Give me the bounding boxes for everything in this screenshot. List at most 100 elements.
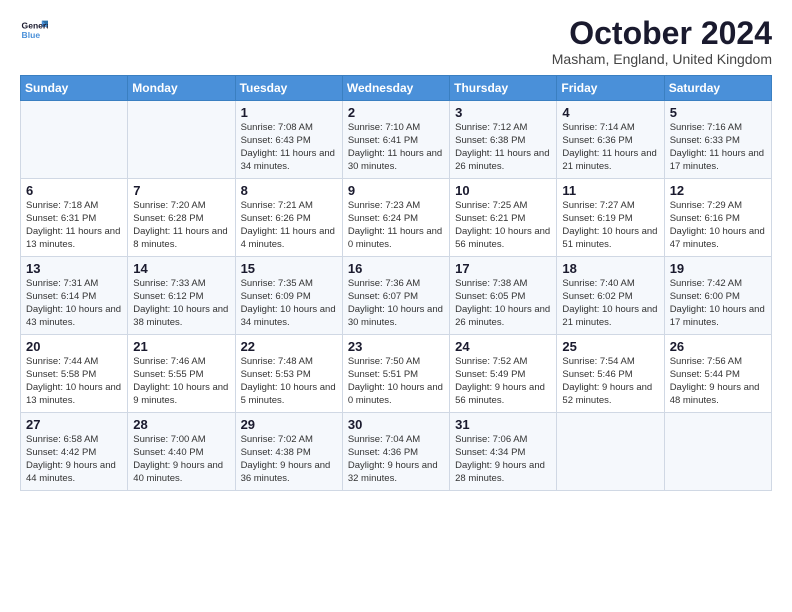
calendar-cell: 18Sunrise: 7:40 AM Sunset: 6:02 PM Dayli…	[557, 257, 664, 335]
calendar-cell: 30 Sunrise: 7:04 AM Sunset: 4:36 PM Dayli…	[342, 413, 449, 491]
cell-info: Sunrise: 7:52 AM Sunset: 5:49 PM Dayligh…	[455, 356, 551, 407]
day-number: 2	[348, 105, 444, 120]
calendar-cell: 17 Sunrise: 7:38 AM Sunset: 6:05 PM Dayli…	[450, 257, 557, 335]
calendar-cell: 26 Sunrise: 7:56 AM Sunset: 5:44 PM Dayli…	[664, 335, 771, 413]
svg-text:General: General	[22, 20, 48, 30]
day-number: 20	[26, 339, 122, 354]
day-number: 29	[241, 417, 337, 432]
cell-info: Sunrise: 7:08 AM Sunset: 6:43 PM Dayligh…	[241, 122, 337, 173]
week-row-4: 20Sunrise: 7:44 AM Sunset: 5:58 PM Dayli…	[21, 335, 772, 413]
svg-text:Blue: Blue	[22, 30, 41, 40]
cell-info: Sunrise: 7:12 AM Sunset: 6:38 PM Dayligh…	[455, 122, 551, 173]
calendar-cell: 28 Sunrise: 7:00 AM Sunset: 4:40 PM Dayli…	[128, 413, 235, 491]
cell-info: Sunrise: 7:20 AM Sunset: 6:28 PM Dayligh…	[133, 200, 229, 251]
cell-info: Sunrise: 7:38 AM Sunset: 6:05 PM Dayligh…	[455, 278, 551, 329]
calendar-cell	[128, 101, 235, 179]
week-row-1: 1Sunrise: 7:08 AM Sunset: 6:43 PM Daylig…	[21, 101, 772, 179]
calendar-body: 1Sunrise: 7:08 AM Sunset: 6:43 PM Daylig…	[21, 101, 772, 491]
week-row-2: 6 Sunrise: 7:18 AM Sunset: 6:31 PM Daylig…	[21, 179, 772, 257]
header-row: SundayMondayTuesdayWednesdayThursdayFrid…	[21, 76, 772, 101]
header-day-friday: Friday	[557, 76, 664, 101]
day-number: 16	[348, 261, 444, 276]
day-number: 10	[455, 183, 551, 198]
cell-info: Sunrise: 7:27 AM Sunset: 6:19 PM Dayligh…	[562, 200, 658, 251]
cell-info: Sunrise: 7:54 AM Sunset: 5:46 PM Dayligh…	[562, 356, 658, 407]
day-number: 31	[455, 417, 551, 432]
calendar-cell: 22Sunrise: 7:48 AM Sunset: 5:53 PM Dayli…	[235, 335, 342, 413]
calendar-cell: 1Sunrise: 7:08 AM Sunset: 6:43 PM Daylig…	[235, 101, 342, 179]
calendar-cell: 6 Sunrise: 7:18 AM Sunset: 6:31 PM Daylig…	[21, 179, 128, 257]
day-number: 8	[241, 183, 337, 198]
cell-info: Sunrise: 7:00 AM Sunset: 4:40 PM Dayligh…	[133, 434, 229, 485]
cell-info: Sunrise: 7:56 AM Sunset: 5:44 PM Dayligh…	[670, 356, 766, 407]
day-number: 3	[455, 105, 551, 120]
header-day-sunday: Sunday	[21, 76, 128, 101]
calendar-table: SundayMondayTuesdayWednesdayThursdayFrid…	[20, 75, 772, 491]
header-day-saturday: Saturday	[664, 76, 771, 101]
cell-info: Sunrise: 7:14 AM Sunset: 6:36 PM Dayligh…	[562, 122, 658, 173]
calendar-cell: 9Sunrise: 7:23 AM Sunset: 6:24 PM Daylig…	[342, 179, 449, 257]
cell-info: Sunrise: 7:25 AM Sunset: 6:21 PM Dayligh…	[455, 200, 551, 251]
day-number: 21	[133, 339, 229, 354]
cell-info: Sunrise: 7:16 AM Sunset: 6:33 PM Dayligh…	[670, 122, 766, 173]
day-number: 19	[670, 261, 766, 276]
calendar-cell: 10 Sunrise: 7:25 AM Sunset: 6:21 PM Dayli…	[450, 179, 557, 257]
calendar-cell: 27 Sunrise: 6:58 AM Sunset: 4:42 PM Dayli…	[21, 413, 128, 491]
calendar-cell: 11 Sunrise: 7:27 AM Sunset: 6:19 PM Dayli…	[557, 179, 664, 257]
week-row-5: 27 Sunrise: 6:58 AM Sunset: 4:42 PM Dayli…	[21, 413, 772, 491]
day-number: 27	[26, 417, 122, 432]
day-number: 23	[348, 339, 444, 354]
calendar-cell: 2Sunrise: 7:10 AM Sunset: 6:41 PM Daylig…	[342, 101, 449, 179]
cell-info: Sunrise: 7:21 AM Sunset: 6:26 PM Dayligh…	[241, 200, 337, 251]
day-number: 12	[670, 183, 766, 198]
calendar-cell: 25 Sunrise: 7:54 AM Sunset: 5:46 PM Dayli…	[557, 335, 664, 413]
week-row-3: 13 Sunrise: 7:31 AM Sunset: 6:14 PM Dayli…	[21, 257, 772, 335]
day-number: 18	[562, 261, 658, 276]
cell-info: Sunrise: 7:42 AM Sunset: 6:00 PM Dayligh…	[670, 278, 766, 329]
day-number: 17	[455, 261, 551, 276]
cell-info: Sunrise: 7:29 AM Sunset: 6:16 PM Dayligh…	[670, 200, 766, 251]
cell-info: Sunrise: 7:35 AM Sunset: 6:09 PM Dayligh…	[241, 278, 337, 329]
calendar-cell: 5 Sunrise: 7:16 AM Sunset: 6:33 PM Daylig…	[664, 101, 771, 179]
calendar-cell: 29 Sunrise: 7:02 AM Sunset: 4:38 PM Dayli…	[235, 413, 342, 491]
cell-info: Sunrise: 7:18 AM Sunset: 6:31 PM Dayligh…	[26, 200, 122, 251]
cell-info: Sunrise: 7:46 AM Sunset: 5:55 PM Dayligh…	[133, 356, 229, 407]
day-number: 6	[26, 183, 122, 198]
calendar-cell: 21 Sunrise: 7:46 AM Sunset: 5:55 PM Dayli…	[128, 335, 235, 413]
cell-info: Sunrise: 7:02 AM Sunset: 4:38 PM Dayligh…	[241, 434, 337, 485]
header-day-wednesday: Wednesday	[342, 76, 449, 101]
day-number: 14	[133, 261, 229, 276]
month-title: October 2024	[552, 16, 772, 51]
calendar-cell: 13 Sunrise: 7:31 AM Sunset: 6:14 PM Dayli…	[21, 257, 128, 335]
cell-info: Sunrise: 6:58 AM Sunset: 4:42 PM Dayligh…	[26, 434, 122, 485]
day-number: 5	[670, 105, 766, 120]
day-number: 30	[348, 417, 444, 432]
page: General Blue October 2024 Masham, Englan…	[0, 0, 792, 501]
cell-info: Sunrise: 7:06 AM Sunset: 4:34 PM Dayligh…	[455, 434, 551, 485]
day-number: 13	[26, 261, 122, 276]
day-number: 25	[562, 339, 658, 354]
calendar-header: SundayMondayTuesdayWednesdayThursdayFrid…	[21, 76, 772, 101]
calendar-cell: 14Sunrise: 7:33 AM Sunset: 6:12 PM Dayli…	[128, 257, 235, 335]
calendar-cell	[664, 413, 771, 491]
calendar-cell	[21, 101, 128, 179]
calendar-cell: 15 Sunrise: 7:35 AM Sunset: 6:09 PM Dayli…	[235, 257, 342, 335]
calendar-cell: 4Sunrise: 7:14 AM Sunset: 6:36 PM Daylig…	[557, 101, 664, 179]
cell-info: Sunrise: 7:23 AM Sunset: 6:24 PM Dayligh…	[348, 200, 444, 251]
header: General Blue October 2024 Masham, Englan…	[20, 16, 772, 67]
day-number: 15	[241, 261, 337, 276]
cell-info: Sunrise: 7:31 AM Sunset: 6:14 PM Dayligh…	[26, 278, 122, 329]
calendar-cell: 24Sunrise: 7:52 AM Sunset: 5:49 PM Dayli…	[450, 335, 557, 413]
logo-icon: General Blue	[20, 16, 48, 44]
location-subtitle: Masham, England, United Kingdom	[552, 51, 772, 67]
day-number: 11	[562, 183, 658, 198]
day-number: 26	[670, 339, 766, 354]
calendar-cell	[557, 413, 664, 491]
calendar-cell: 8 Sunrise: 7:21 AM Sunset: 6:26 PM Daylig…	[235, 179, 342, 257]
day-number: 7	[133, 183, 229, 198]
day-number: 28	[133, 417, 229, 432]
logo: General Blue	[20, 16, 48, 44]
cell-info: Sunrise: 7:04 AM Sunset: 4:36 PM Dayligh…	[348, 434, 444, 485]
calendar-cell: 20Sunrise: 7:44 AM Sunset: 5:58 PM Dayli…	[21, 335, 128, 413]
calendar-cell: 31 Sunrise: 7:06 AM Sunset: 4:34 PM Dayli…	[450, 413, 557, 491]
